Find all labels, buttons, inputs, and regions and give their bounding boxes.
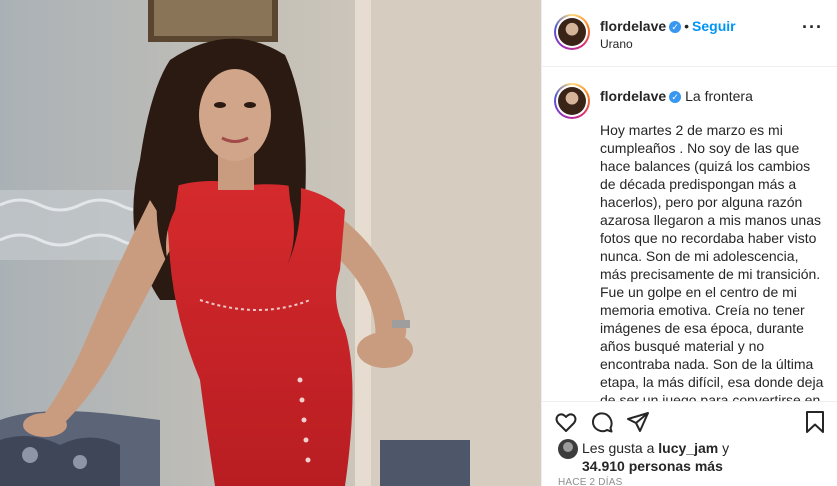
- share-button[interactable]: [626, 410, 650, 434]
- caption-avatar[interactable]: [554, 83, 590, 119]
- comment-icon: [591, 412, 613, 433]
- post-photo[interactable]: [0, 0, 541, 486]
- post-actions: Les gusta a lucy_jam y 34.910 personas m…: [542, 401, 837, 486]
- post-timestamp[interactable]: HACE 2 DÍAS: [558, 477, 622, 486]
- bookmark-icon: [806, 411, 824, 433]
- like-button[interactable]: [554, 410, 578, 434]
- follow-button[interactable]: Seguir: [692, 18, 736, 34]
- liker-avatar[interactable]: [558, 439, 578, 459]
- comments-area[interactable]: flordelave ✓ La frontera Hoy martes 2 de m…: [542, 67, 837, 401]
- caption-text: Hoy martes 2 de marzo es mi cumpleaños .…: [600, 122, 824, 401]
- post-header: flordelave ✓ • Seguir Urano ···: [542, 0, 837, 67]
- save-button[interactable]: [803, 410, 827, 434]
- caption-header: flordelave ✓ La frontera: [600, 88, 753, 104]
- likes-count-link[interactable]: 34.910 personas más: [582, 458, 723, 474]
- header-user-line: flordelave ✓ • Seguir: [600, 18, 736, 34]
- comment-button[interactable]: [590, 410, 614, 434]
- verified-badge-icon: ✓: [669, 91, 682, 103]
- post-image: [0, 0, 541, 486]
- location-link[interactable]: Urano: [600, 37, 633, 51]
- likes-prefix: Les gusta a: [582, 440, 655, 456]
- caption-title: La frontera: [685, 88, 753, 104]
- likes-connector: y: [722, 440, 730, 456]
- share-icon: [627, 412, 649, 432]
- avatar[interactable]: [554, 14, 590, 50]
- more-options-button[interactable]: ···: [802, 18, 823, 36]
- liker-username[interactable]: lucy_jam: [658, 440, 718, 456]
- heart-icon: [555, 413, 577, 432]
- likes-text: Les gusta a lucy_jam y 34.910 personas m…: [582, 439, 822, 475]
- post-sidebar: flordelave ✓ • Seguir Urano ··· flordelave ✓…: [541, 0, 837, 486]
- caption-username[interactable]: flordelave: [600, 88, 666, 104]
- separator: •: [684, 18, 690, 34]
- header-username[interactable]: flordelave: [600, 18, 666, 34]
- verified-badge-icon: ✓: [669, 21, 682, 33]
